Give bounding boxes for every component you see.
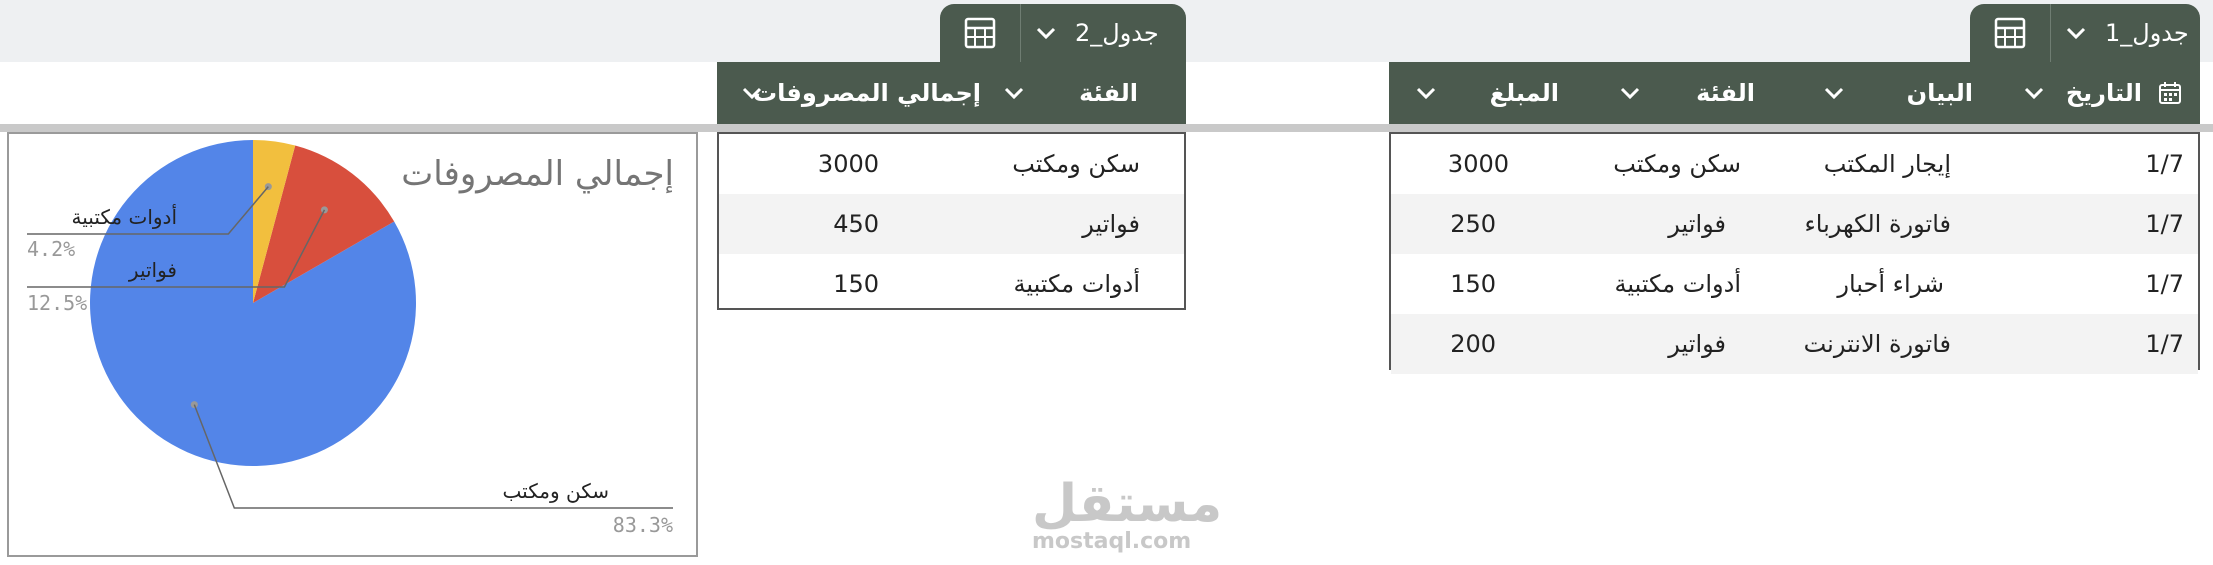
table1-calc-button[interactable] [1970, 4, 2050, 62]
pie-percent-label: 83.3% [613, 513, 673, 537]
cell-category[interactable]: فواتير [1082, 194, 1140, 254]
table2-header: الفئة إجمالي المصروفات [717, 62, 1186, 124]
cell-description[interactable]: فاتورة الكهرباء [1805, 194, 1951, 254]
table-row: سكن ومكتب 3000 [719, 134, 1184, 194]
cell-description[interactable]: إيجار المكتب [1824, 134, 1951, 194]
table-row: 1/7 فاتورة الكهرباء فواتير 250 [1391, 194, 2198, 254]
column-header-category[interactable]: الفئة [1607, 62, 1811, 124]
watermark-arabic: مستقل [1032, 474, 1223, 534]
cell-category[interactable]: أدوات مكتبية [1013, 254, 1140, 314]
table-row: أدوات مكتبية 150 [719, 254, 1184, 314]
cell-amount[interactable]: 3000 [1448, 134, 1509, 194]
pie-percent-label: 12.5% [27, 291, 87, 315]
chevron-down-icon [1824, 87, 1844, 100]
cell-date[interactable]: 1/7 [2145, 194, 2184, 254]
cell-description[interactable]: فاتورة الانترنت [1804, 314, 1951, 374]
table1-header: التاريخ البيان الفئة المبلغ [1389, 62, 2200, 124]
pie-percent-label: 4.2% [27, 237, 75, 261]
cell-total[interactable]: 150 [833, 254, 879, 314]
table1-body: 1/7 إيجار المكتب سكن ومكتب 3000 1/7 فاتو… [1389, 132, 2200, 374]
table-row: 1/7 شراء أحبار أدوات مكتبية 150 [1391, 254, 2198, 314]
table1-tab-name: جدول_1 [2105, 19, 2189, 47]
cell-category[interactable]: فواتير [1668, 314, 1726, 374]
column-header-label: البيان [1906, 79, 1973, 107]
table2-calc-button[interactable] [940, 4, 1020, 62]
table1-menu-chevron-icon[interactable] [2051, 4, 2101, 62]
column-header-description[interactable]: البيان [1811, 62, 2011, 124]
table2-menu-chevron-icon[interactable] [1021, 4, 1071, 62]
pie-category-label: سكن ومكتب [503, 479, 609, 503]
cell-category[interactable]: فواتير [1668, 194, 1726, 254]
chevron-down-icon [1004, 87, 1024, 100]
calendar-icon [2159, 82, 2181, 104]
table2-tab-name: جدول_2 [1075, 19, 1159, 47]
column-header-label: الفئة [1079, 79, 1138, 107]
table-row: فواتير 450 [719, 194, 1184, 254]
column-header-category[interactable]: الفئة [991, 62, 1186, 124]
cell-total[interactable]: 3000 [818, 134, 879, 194]
cell-amount[interactable]: 200 [1450, 314, 1496, 374]
watermark-logo: مستقل mostaql.com [1032, 474, 1223, 554]
cell-date[interactable]: 1/7 [2145, 314, 2184, 374]
cell-amount[interactable]: 250 [1450, 194, 1496, 254]
cell-category[interactable]: سكن ومكتب [1613, 134, 1741, 194]
chevron-down-icon [1416, 87, 1436, 100]
column-header-label: المبلغ [1489, 79, 1559, 107]
table2-body: سكن ومكتب 3000 فواتير 450 أدوات مكتبية 1… [717, 132, 1186, 310]
chevron-down-icon [2024, 87, 2044, 100]
cell-amount[interactable]: 150 [1450, 254, 1496, 314]
column-header-date[interactable]: التاريخ [2011, 62, 2200, 124]
cell-description[interactable]: شراء أحبار [1837, 254, 1944, 314]
table2-tab[interactable]: جدول_2 [940, 4, 1186, 62]
frozen-row-separator [0, 124, 2213, 132]
calculator-icon [1994, 17, 2026, 49]
cell-date[interactable]: 1/7 [2145, 134, 2184, 194]
pie-chart[interactable]: إجمالي المصروفات سكن ومكتب 83.3% فواتير 12.… [7, 132, 698, 557]
column-header-label: إجمالي المصروفات [753, 79, 981, 107]
cell-category[interactable]: أدوات مكتبية [1614, 254, 1741, 314]
table1-tab[interactable]: جدول_1 [1970, 4, 2200, 62]
column-header-total-expenses[interactable]: إجمالي المصروفات [717, 62, 991, 124]
table-row: 1/7 فاتورة الانترنت فواتير 200 [1391, 314, 2198, 374]
column-header-label: التاريخ [2065, 79, 2142, 107]
column-header-amount[interactable]: المبلغ [1389, 62, 1607, 124]
cell-total[interactable]: 450 [833, 194, 879, 254]
column-header-label: الفئة [1696, 79, 1755, 107]
watermark-latin: mostaql.com [1032, 529, 1192, 554]
pie-category-label: فواتير [128, 258, 177, 282]
pie-category-label: أدوات مكتبية [72, 204, 177, 229]
table-row: 1/7 إيجار المكتب سكن ومكتب 3000 [1391, 134, 2198, 194]
chevron-down-icon [1620, 87, 1640, 100]
calculator-icon [964, 17, 996, 49]
cell-date[interactable]: 1/7 [2145, 254, 2184, 314]
pie-chart-svg: سكن ومكتب83.3% فواتير 12.5% أدوات مكتبية 4.2… [27, 140, 673, 537]
cell-category[interactable]: سكن ومكتب [1012, 134, 1140, 194]
